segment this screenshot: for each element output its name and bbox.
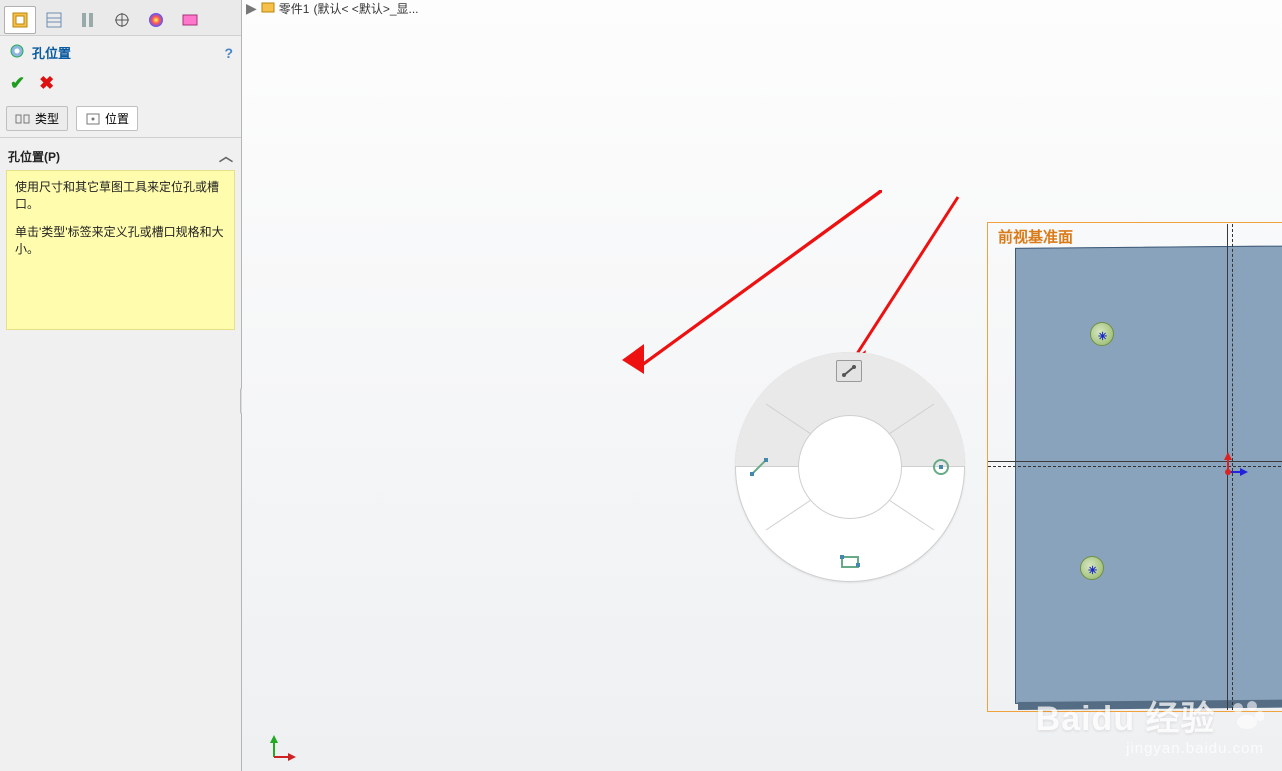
feature-title-text: 孔位置 (32, 43, 71, 62)
section-header[interactable]: 孔位置(P) ︿ (0, 138, 241, 170)
annotation-arrow-line (838, 192, 968, 372)
graphics-viewport[interactable]: ▶ 零件1 (默认< <默认>_显... (242, 0, 1282, 771)
origin-triad-icon (1218, 452, 1248, 482)
type-icon (15, 112, 31, 126)
part-icon (261, 0, 275, 17)
property-panel: 孔位置 ? ✔ ✖ 类型 位置 孔位置(P) ︿ 使用尺寸和其它草图工具来定位孔… (0, 0, 242, 771)
hole-icon (8, 42, 26, 63)
plane-label: 前视基准面 (998, 226, 1073, 247)
ok-button[interactable]: ✔ (10, 73, 25, 94)
tab-type-label: 类型 (35, 110, 59, 127)
tab-property-icon[interactable] (38, 6, 70, 34)
tab-decal-icon[interactable] (174, 6, 206, 34)
panel-toolbar (0, 0, 241, 36)
tab-appearance-icon[interactable] (140, 6, 172, 34)
breadcrumb-part: 零件1 (279, 0, 310, 17)
breadcrumb-arrow-icon: ▶ (246, 0, 257, 17)
paw-icon (1230, 700, 1264, 739)
hole-point-1[interactable]: ✳ (1090, 322, 1114, 346)
radial-tool-line-icon[interactable] (745, 453, 773, 481)
hole-point-3[interactable]: ✳ (1080, 556, 1104, 580)
watermark: Baidu 经验 jingyan.baidu.com (1036, 691, 1264, 757)
app-root: 孔位置 ? ✔ ✖ 类型 位置 孔位置(P) ︿ 使用尺寸和其它草图工具来定位孔… (0, 0, 1282, 771)
radial-tool-top-icon[interactable] (836, 360, 862, 382)
position-icon (85, 112, 101, 126)
radial-menu (735, 352, 965, 582)
help-icon[interactable]: ? (224, 45, 233, 61)
chevron-up-icon: ︿ (219, 146, 233, 166)
tab-feature-tree-icon[interactable] (4, 6, 36, 34)
watermark-brand: Baidu 经验 (1036, 700, 1216, 738)
breadcrumb[interactable]: ▶ 零件1 (默认< <默认>_显... (246, 0, 419, 17)
section-title: 孔位置(P) (8, 148, 60, 165)
tab-config-icon[interactable] (72, 6, 104, 34)
cancel-button[interactable]: ✖ (39, 73, 54, 94)
breadcrumb-config: (默认< <默认>_显... (313, 0, 418, 17)
radial-tool-rect-icon[interactable] (836, 548, 864, 576)
tabs-row: 类型 位置 (0, 102, 241, 138)
point-icon: ✳ (1098, 330, 1105, 337)
watermark-url: jingyan.baidu.com (1036, 740, 1264, 757)
tab-dim-icon[interactable] (106, 6, 138, 34)
feature-title: 孔位置 ? (0, 36, 241, 69)
radial-tool-circle-icon[interactable] (927, 453, 955, 481)
point-icon: ✳ (1088, 564, 1095, 571)
ok-cancel-row: ✔ ✖ (0, 69, 241, 102)
hint-box: 使用尺寸和其它草图工具来定位孔或槽口。 单击'类型'标签来定义孔或槽口规格和大小… (6, 170, 235, 330)
tab-position[interactable]: 位置 (76, 106, 138, 131)
hint-line-1: 使用尺寸和其它草图工具来定位孔或槽口。 (15, 179, 226, 214)
view-triad-icon (268, 733, 298, 763)
tab-type[interactable]: 类型 (6, 106, 68, 131)
tab-position-label: 位置 (105, 110, 129, 127)
hint-line-2: 单击'类型'标签来定义孔或槽口规格和大小。 (15, 224, 226, 259)
